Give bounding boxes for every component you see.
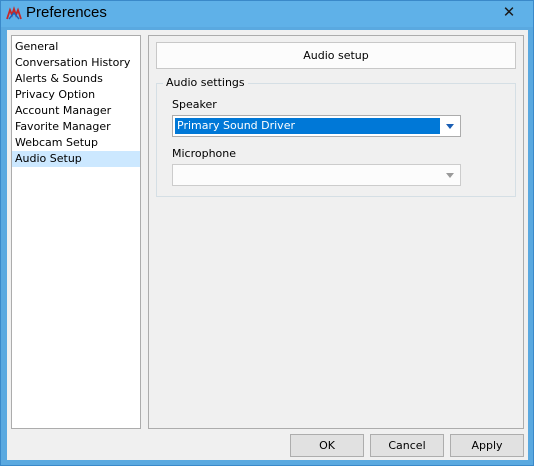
speaker-label: Speaker: [172, 98, 217, 111]
app-logo-icon: [6, 6, 22, 20]
nav-item-webcam-setup[interactable]: Webcam Setup: [12, 135, 140, 151]
dialog-body: General Conversation History Alerts & So…: [7, 30, 528, 460]
preferences-window: Preferences ✕ General Conversation Histo…: [0, 0, 534, 466]
settings-panel: Audio setup Audio settings Speaker Prima…: [148, 35, 524, 429]
microphone-value: [175, 167, 440, 183]
microphone-dropdown[interactable]: [172, 164, 461, 186]
apply-button[interactable]: Apply: [450, 434, 524, 457]
cancel-button[interactable]: Cancel: [370, 434, 444, 457]
window-title: Preferences: [26, 4, 107, 21]
ok-button[interactable]: OK: [290, 434, 364, 457]
nav-item-audio-setup[interactable]: Audio Setup: [12, 151, 140, 167]
chevron-down-icon[interactable]: [443, 168, 457, 182]
title-bar[interactable]: Preferences ✕: [1, 1, 533, 27]
panel-header: Audio setup: [156, 42, 516, 69]
speaker-dropdown[interactable]: Primary Sound Driver: [172, 115, 461, 137]
audio-settings-group: Audio settings Speaker Primary Sound Dri…: [156, 76, 516, 197]
category-list[interactable]: General Conversation History Alerts & So…: [11, 35, 141, 429]
speaker-value: Primary Sound Driver: [175, 118, 440, 134]
close-icon: ✕: [502, 3, 516, 21]
close-button[interactable]: ✕: [491, 1, 527, 23]
nav-item-general[interactable]: General: [12, 39, 140, 55]
nav-item-alerts-sounds[interactable]: Alerts & Sounds: [12, 71, 140, 87]
nav-item-conversation-history[interactable]: Conversation History: [12, 55, 140, 71]
nav-item-privacy-option[interactable]: Privacy Option: [12, 87, 140, 103]
group-title: Audio settings: [163, 76, 248, 89]
nav-item-account-manager[interactable]: Account Manager: [12, 103, 140, 119]
nav-item-favorite-manager[interactable]: Favorite Manager: [12, 119, 140, 135]
microphone-label: Microphone: [172, 147, 237, 160]
chevron-down-icon[interactable]: [443, 119, 457, 133]
